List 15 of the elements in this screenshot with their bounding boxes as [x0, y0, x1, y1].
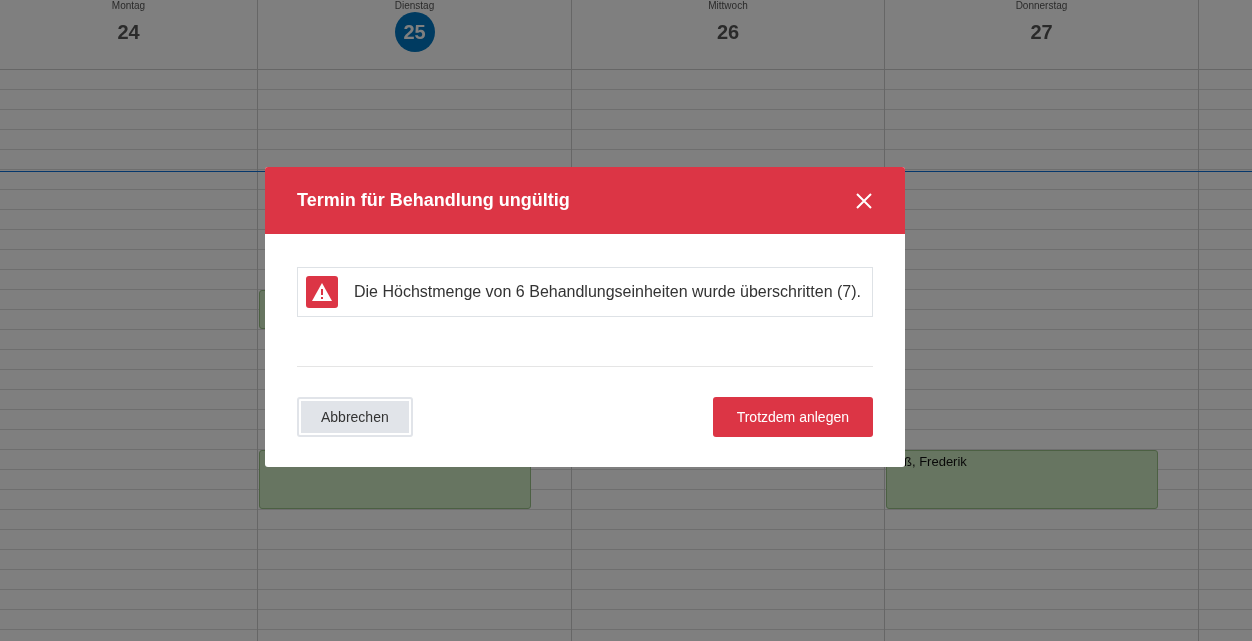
date-number[interactable]: 27 — [1021, 12, 1062, 52]
weekday-label: Mittwoch — [708, 0, 748, 12]
confirm-button[interactable]: Trotzdem anlegen — [712, 397, 873, 437]
date-number[interactable]: 26 — [708, 12, 748, 52]
date-number[interactable]: 24 — [108, 12, 149, 52]
warning-icon — [306, 276, 338, 308]
weekday-label: Montag — [111, 0, 146, 12]
close-icon[interactable] — [855, 191, 873, 210]
weekday-label: Dienstag — [394, 0, 435, 12]
cancel-button[interactable]: Abbrechen — [297, 397, 413, 437]
date-number[interactable]: 25 — [394, 12, 435, 52]
alert-message: Die Höchstmenge von 6 Behandlungseinheiten wurde überschritten (7). — [354, 283, 861, 301]
dialog-title: Termin für Behandlung ungültig — [297, 190, 570, 211]
weekday-label: Donnerstag — [1015, 0, 1068, 12]
appointment-block[interactable]: ß, Frederik — [886, 450, 1159, 509]
